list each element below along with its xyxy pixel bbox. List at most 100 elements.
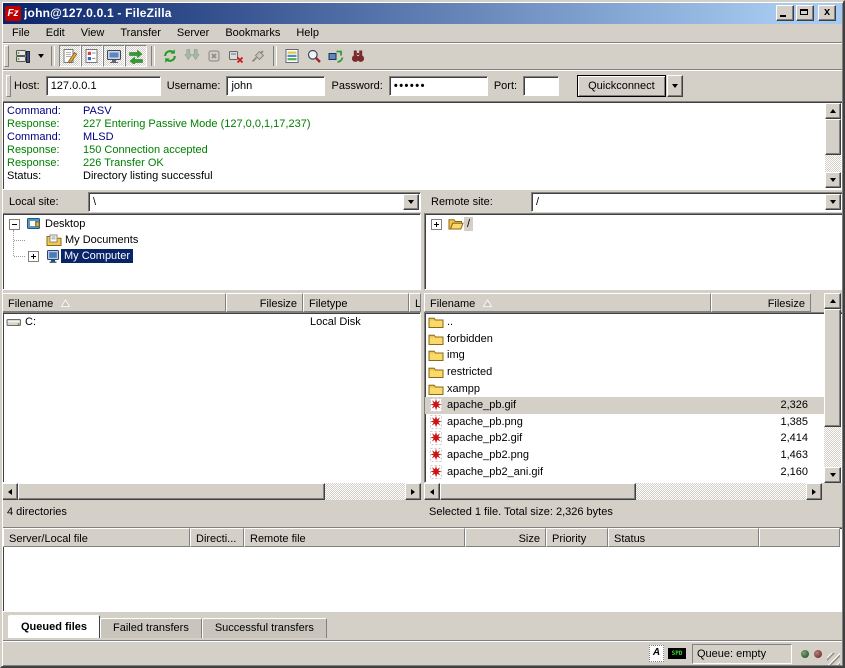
queue-column-header-empty[interactable] [759,528,840,547]
remote-site-combobox[interactable]: / [531,192,843,212]
close-button[interactable]: x [818,5,836,21]
disconnect-button[interactable] [225,45,247,67]
compare-button[interactable] [347,45,369,67]
refresh-button[interactable] [159,45,181,67]
file-name: apache_pb2.png [447,449,529,461]
file-row[interactable]: apache_pb.png1,385 [425,414,825,431]
remote-hscrollbar[interactable] [424,483,843,500]
file-row[interactable]: C:Local Disk [3,314,420,331]
reconnect-button[interactable] [247,45,269,67]
menu-item-file[interactable]: File [4,25,38,41]
resize-grip[interactable] [827,653,840,666]
remote-vscroll-thumb[interactable] [824,309,841,427]
password-input[interactable]: •••••• [389,76,488,96]
column-header-filesize[interactable]: Filesize [711,293,811,312]
queue-column-header-directi[interactable]: Directi... [190,528,244,547]
tab-queued-files[interactable]: Queued files [8,615,100,638]
process-queue-button[interactable] [181,45,203,67]
queue-column-header-size[interactable]: Size [465,528,546,547]
log-line-label: Command: [7,105,83,118]
scroll-left-button[interactable] [424,483,440,500]
remote-site-dropdown-button[interactable] [825,194,841,210]
local-tree-item[interactable]: Desktop [9,216,88,232]
site-manager-button[interactable] [12,45,34,67]
quickconnect-dropdown-button[interactable] [667,75,683,97]
expand-icon[interactable] [28,251,39,262]
log-line-label: Response: [7,144,83,157]
menu-item-edit[interactable]: Edit [38,25,73,41]
remote-site-value: / [536,196,539,208]
tab-failed-transfers[interactable]: Failed transfers [100,618,202,638]
site-manager-icon [15,48,31,64]
queue-column-header-remotefile[interactable]: Remote file [244,528,465,547]
username-input[interactable]: john [226,76,325,96]
column-header-filename[interactable]: Filename [2,293,226,312]
file-row[interactable]: .. [425,314,825,331]
log-line-label: Response: [7,157,83,170]
collapse-icon[interactable] [9,219,20,230]
file-row[interactable]: forbidden [425,331,825,348]
minimize-button[interactable] [776,5,794,21]
expand-icon[interactable] [431,219,442,230]
file-row[interactable]: restricted [425,364,825,381]
scroll-right-button[interactable] [405,483,421,500]
tab-successful-transfers[interactable]: Successful transfers [202,618,327,638]
toggle-remote-tree-button[interactable] [103,45,125,67]
local-site-combobox[interactable]: \ [88,192,421,212]
queue-column-header-priority[interactable]: Priority [546,528,608,547]
hscroll-thumb[interactable] [18,483,325,500]
menu-item-transfer[interactable]: Transfer [112,25,169,41]
scroll-down-button[interactable] [824,467,841,483]
chevron-down-icon [672,84,678,88]
scroll-right-button[interactable] [806,483,822,500]
menu-item-bookmarks[interactable]: Bookmarks [217,25,288,41]
queue-column-label: Priority [552,533,586,545]
toggle-local-tree-button[interactable] [81,45,103,67]
menu-item-help[interactable]: Help [288,25,327,41]
toggle-queue-button[interactable] [125,45,147,67]
log-vscroll-thumb[interactable] [825,119,841,155]
site-manager-dropdown-button[interactable] [34,45,47,67]
file-row[interactable]: apache_pb.gif2,326 [425,397,825,414]
log-line-text: 227 Entering Passive Mode (127,0,0,1,17,… [83,118,310,130]
column-header-filetype[interactable]: Filetype [303,293,409,312]
file-name: xampp [447,383,480,395]
scroll-down-button[interactable] [825,172,841,188]
file-row[interactable]: apache_pb2_ani.gif2,160 [425,463,825,480]
column-header-filesize[interactable]: Filesize [226,293,303,312]
cancel-button[interactable] [203,45,225,67]
scroll-left-button[interactable] [2,483,18,500]
port-input[interactable] [523,76,559,96]
remote-tree-item[interactable]: / [431,216,473,232]
image-file-icon [428,464,444,480]
file-row[interactable]: img [425,347,825,364]
menu-item-view[interactable]: View [73,25,113,41]
local-site-dropdown-button[interactable] [403,194,419,210]
maximize-button[interactable] [796,5,814,21]
column-header-filename[interactable]: Filename [424,293,711,312]
toggle-message-log-button[interactable] [59,45,81,67]
file-row[interactable]: apache_pb2.gif2,414 [425,430,825,447]
scroll-up-button[interactable] [825,103,841,119]
filter-button[interactable] [281,45,303,67]
synchronized-browsing-button[interactable] [325,45,347,67]
scroll-up-button[interactable] [824,293,841,309]
queue-column-header-serverlocalfile[interactable]: Server/Local file [3,528,190,547]
remote-vscrollbar[interactable] [824,293,841,483]
menu-item-server[interactable]: Server [169,25,217,41]
file-name-cell: restricted [425,364,708,380]
column-header-l[interactable]: L [409,293,421,312]
quickconnect-button[interactable]: Quickconnect [577,75,666,97]
local-tree-item[interactable]: My Documents [28,232,141,248]
local-hscrollbar[interactable] [2,483,421,500]
log-vscrollbar[interactable] [825,103,841,188]
file-row[interactable]: apache_pb2.png1,463 [425,447,825,464]
hscroll-thumb[interactable] [440,483,636,500]
host-input[interactable]: 127.0.0.1 [46,76,161,96]
search-button[interactable] [303,45,325,67]
toolbar [2,42,843,69]
local-tree-item[interactable]: My Computer [28,248,133,264]
file-name-cell: img [425,347,708,363]
file-row[interactable]: xampp [425,380,825,397]
queue-column-header-status[interactable]: Status [608,528,759,547]
